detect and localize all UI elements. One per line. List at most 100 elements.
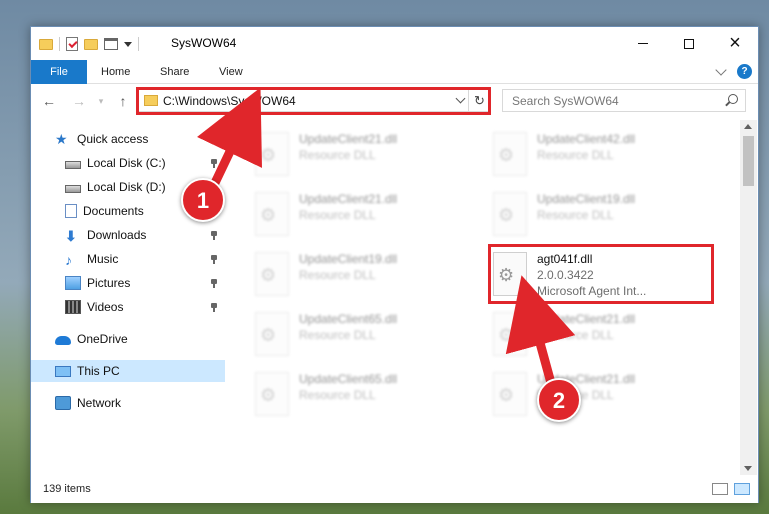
star-icon: ★	[55, 131, 68, 147]
file-name: UpdateClient21.dll	[299, 132, 398, 146]
ribbon-right: ?	[715, 63, 752, 79]
divider	[138, 37, 139, 51]
minimize-button[interactable]	[620, 27, 666, 60]
sidebar-item-this-pc[interactable]: This PC	[31, 360, 225, 382]
sidebar-item-pictures[interactable]: Pictures	[31, 272, 225, 294]
pictures-icon	[65, 276, 81, 290]
close-icon: ×	[729, 32, 741, 54]
sidebar-item-label: OneDrive	[77, 332, 128, 346]
chevron-down-icon[interactable]	[124, 41, 132, 47]
tiles-view-icon[interactable]	[734, 483, 750, 495]
maximize-icon	[684, 38, 694, 49]
scroll-down-icon[interactable]	[744, 466, 752, 471]
expand-ribbon-icon[interactable]	[715, 63, 727, 76]
back-button[interactable]: ←	[41, 93, 57, 109]
divider	[59, 37, 60, 51]
videos-icon	[65, 300, 81, 314]
quick-access-toolbar	[39, 35, 139, 53]
scrollbar-thumb[interactable]	[743, 136, 754, 186]
search-icon[interactable]	[728, 94, 738, 104]
file-name: UpdateClient21.dll	[537, 312, 636, 326]
help-icon[interactable]: ?	[737, 64, 752, 79]
pin-icon[interactable]	[211, 255, 217, 264]
items-count: 139 items	[43, 483, 91, 495]
tab-file[interactable]: File	[31, 60, 87, 84]
sidebar-item-music[interactable]: ♪ Music	[31, 248, 225, 270]
new-folder-icon[interactable]	[84, 38, 98, 50]
sidebar-item-local-disk-c[interactable]: Local Disk (C:)	[31, 152, 225, 174]
pin-icon[interactable]	[211, 159, 217, 168]
file-tile[interactable]: UpdateClient21.dllResource DLL	[247, 126, 472, 182]
sidebar-item-label: Documents	[83, 204, 144, 218]
sidebar-item-downloads[interactable]: ⬇ Downloads	[31, 224, 225, 246]
file-description: Resource DLL	[299, 328, 376, 342]
sidebar-item-label: Videos	[87, 300, 124, 314]
vertical-scrollbar[interactable]	[740, 120, 757, 475]
view-switcher	[712, 483, 750, 495]
pin-icon[interactable]	[211, 279, 217, 288]
file-name: UpdateClient42.dll	[537, 132, 636, 146]
sidebar-item-label: Local Disk (C:)	[87, 156, 166, 170]
sidebar-item-label: Local Disk (D:)	[87, 180, 166, 194]
callout-2: 2	[537, 378, 581, 422]
status-bar: 139 items	[31, 475, 758, 503]
dll-file-icon	[255, 372, 289, 416]
dll-file-icon	[493, 192, 527, 236]
tab-share[interactable]: Share	[160, 60, 189, 84]
file-name: UpdateClient65.dll	[299, 312, 398, 326]
file-name: UpdateClient21.dll	[299, 192, 398, 206]
documents-icon	[65, 204, 77, 218]
callout-1: 1	[181, 178, 225, 222]
file-tile[interactable]: UpdateClient42.dll Resource DLL	[485, 126, 710, 182]
downloads-icon: ⬇	[65, 228, 77, 244]
forward-button[interactable]: →	[71, 93, 87, 109]
sidebar-item-onedrive[interactable]: OneDrive	[31, 328, 225, 350]
search-placeholder: Search SysWOW64	[512, 94, 619, 108]
search-input[interactable]: Search SysWOW64	[502, 89, 746, 112]
file-description: Resource DLL	[299, 208, 376, 222]
dll-file-icon	[255, 312, 289, 356]
sidebar-item-network[interactable]: Network	[31, 392, 225, 414]
sidebar-item-label: Quick access	[77, 132, 149, 146]
sidebar-item-label: Network	[77, 396, 122, 410]
close-button[interactable]: ×	[712, 27, 758, 60]
pin-icon[interactable]	[211, 303, 217, 312]
sidebar-item-label: Downloads	[87, 228, 147, 242]
file-description: Resource DLL	[299, 268, 376, 282]
sidebar-item-quick-access[interactable]: ★ Quick access	[31, 128, 225, 150]
maximize-button[interactable]	[666, 27, 712, 60]
scroll-up-icon[interactable]	[744, 124, 752, 129]
properties-icon[interactable]	[66, 37, 78, 51]
sidebar-item-label: Pictures	[87, 276, 131, 290]
sidebar-item-videos[interactable]: Videos	[31, 296, 225, 318]
file-tile[interactable]: UpdateClient65.dll Resource DLL	[247, 366, 472, 422]
navigation-pane: ★ Quick access Local Disk (C:) Local Disk (…	[31, 120, 225, 475]
file-name: UpdateClient19.dll	[537, 192, 636, 206]
up-button[interactable]: ↑	[115, 93, 131, 109]
file-name: UpdateClient19.dll	[299, 252, 398, 266]
file-description: Resource DLL	[299, 388, 376, 402]
recent-locations-dropdown[interactable]: ▾	[93, 93, 109, 109]
details-view-icon[interactable]	[712, 483, 728, 495]
sidebar-item-label: This PC	[77, 364, 120, 378]
tab-home[interactable]: Home	[101, 60, 130, 84]
file-tile[interactable]: UpdateClient21.dllResource DLL	[485, 306, 710, 362]
ribbon: File Home Share View ?	[31, 60, 758, 84]
dll-file-icon	[493, 372, 527, 416]
customize-view-icon[interactable]	[104, 38, 118, 50]
network-icon	[55, 396, 71, 410]
file-tile[interactable]: UpdateClient19.dll Resource DLL	[247, 246, 472, 302]
file-tile[interactable]: UpdateClient19.dll Resource DLL	[485, 186, 710, 242]
dll-file-icon	[493, 312, 527, 356]
music-icon: ♪	[65, 252, 72, 268]
dll-file-icon	[255, 252, 289, 296]
address-bar-highlight	[136, 87, 491, 115]
this-pc-icon	[55, 365, 71, 377]
window-title: SysWOW64	[171, 36, 237, 50]
file-tile[interactable]: UpdateClient21.dll Resource DLL	[247, 186, 472, 242]
drive-icon	[65, 161, 81, 169]
tab-view[interactable]: View	[219, 60, 243, 84]
pin-icon[interactable]	[211, 231, 217, 240]
file-tile[interactable]: UpdateClient65.dll Resource DLL	[247, 306, 472, 362]
file-tile[interactable]: UpdateClient21.dllResource DLL	[485, 366, 710, 422]
